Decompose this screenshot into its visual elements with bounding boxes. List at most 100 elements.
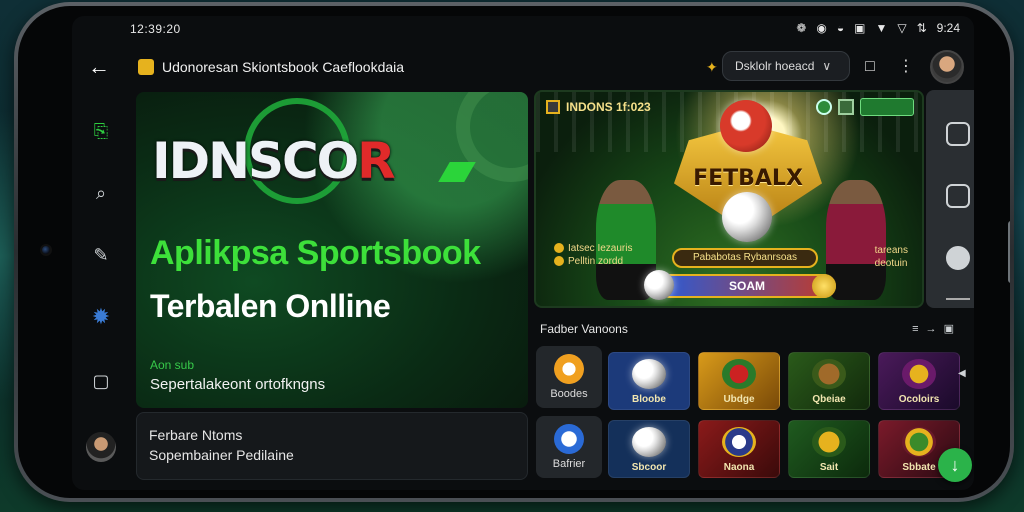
banner-left-line-1: Iatsec Iezauris — [554, 242, 632, 255]
data-icon: ⇅ — [916, 21, 927, 35]
hero-panel: IDNSCOR Aplikpsa Sportsbook Terbalen Onl… — [136, 92, 528, 408]
category-shield-icon — [554, 424, 584, 454]
games-section: Fadber Vanoons ≡ → ▣ Boodes Bafrier Bloo… — [534, 316, 974, 490]
rail-handle — [946, 298, 970, 300]
app-title: Udonoresan Skiontsbook Caeflookdaia — [162, 59, 405, 75]
featured-banner[interactable]: INDONS 1f:023 FETBALX Iatsec Iezauris Pe… — [534, 90, 924, 308]
ball-center-icon — [722, 192, 772, 242]
brand-logo-main: IDNSCO — [152, 132, 359, 190]
side-button — [1008, 221, 1010, 283]
banner-left-text: Iatsec Iezauris Pelltin zordd — [554, 242, 632, 268]
banner-top-label: INDONS 1f:023 — [546, 100, 651, 114]
front-camera — [40, 244, 52, 256]
right-tool-rail — [926, 90, 974, 308]
hero-subtext: Sepertalakeont ortofkngns — [150, 376, 326, 393]
games-heading-icons[interactable]: ≡ → ▣ — [912, 322, 956, 335]
rail-avatar[interactable] — [86, 432, 116, 462]
left-nav-rail: ⎘ ⌕ ✎ ✹ ▢ — [72, 96, 130, 490]
cta-ball-icon — [644, 270, 674, 300]
category-item[interactable]: Boodes — [536, 346, 602, 408]
game-tile[interactable]: Ubdge — [698, 352, 780, 410]
banner-cta-label: SOAM — [729, 279, 765, 293]
hero-headline-2: Terbalen Onlline — [150, 288, 391, 324]
banner-top-text: INDONS 1f:023 — [566, 100, 651, 114]
ball-top-icon — [720, 100, 772, 152]
banner-mid-plate: Pababotas Rybanrsoas — [672, 248, 818, 268]
back-arrow-icon[interactable]: ← — [84, 52, 114, 82]
scroll-left-arrow-icon[interactable]: ◀ — [958, 368, 966, 379]
status-time-right: 9:24 — [936, 21, 960, 35]
user-avatar[interactable] — [930, 50, 964, 84]
shield-status-icon: ◒ — [836, 21, 845, 35]
game-tile-label: Naona — [723, 462, 755, 473]
more-vert-icon[interactable]: ⋮ — [894, 55, 918, 79]
banner-right-line-1: tareans — [874, 245, 908, 256]
cta-knob-icon — [812, 274, 836, 298]
category-item[interactable]: Bafrier — [536, 416, 602, 478]
banner-tag — [860, 98, 914, 116]
game-tile-label: Qbeiae — [812, 394, 846, 405]
game-tile[interactable]: Ocoloirs — [878, 352, 960, 410]
wifi-icon: ▽ — [897, 21, 907, 35]
ball-gold-icon — [902, 427, 936, 457]
game-tile-label: Ocoloirs — [898, 394, 940, 405]
chat-icon[interactable] — [946, 122, 970, 146]
game-tile[interactable]: Qbeiae — [788, 352, 870, 410]
app-bar: ← Udonoresan Skiontsbook Caeflookdaia ✦ … — [72, 46, 974, 90]
category-ball-icon — [554, 354, 584, 384]
puzzle-icon[interactable]: ✹ — [86, 302, 116, 332]
game-tile[interactable]: Bloobe — [608, 352, 690, 410]
download-fab-icon[interactable]: ↓ — [938, 448, 972, 482]
category-label: Bafrier — [552, 458, 586, 470]
brand-logo: IDNSCOR — [152, 132, 396, 190]
category-label: Boodes — [550, 388, 588, 400]
account-dropdown[interactable]: Dsklolr hoeacd ∨ — [722, 51, 850, 81]
pencil-icon[interactable]: ✎ — [86, 240, 116, 270]
brand-logo-red: R — [357, 132, 395, 190]
bookmark-icon[interactable]: □ — [858, 55, 882, 79]
brand-accent — [438, 162, 476, 182]
banner-shield-text: FETBALX — [693, 166, 803, 191]
signal-icon: ▼ — [875, 21, 888, 35]
banner-cta-button[interactable]: SOAM — [644, 270, 836, 300]
soccer-ball-icon — [632, 359, 666, 389]
account-dropdown-label: Dsklolr hoeacd — [735, 59, 815, 73]
banner-square-icon — [838, 99, 854, 115]
search-icon[interactable]: ⌕ — [86, 178, 116, 208]
banner-left-line-2: Pelltin zordd — [554, 255, 632, 268]
app-screen: 12:39:20 ❁ ◉ ◒ ▣ ▼ ▽ ⇅ 9:24 ← Udonoresan… — [72, 16, 974, 490]
badge-icon — [722, 427, 756, 457]
status-icons: ❁ ◉ ◒ ▣ ▼ ▽ ⇅ 9:24 — [796, 21, 960, 35]
game-tile[interactable]: Sait — [788, 420, 870, 478]
app-logo-icon — [138, 59, 154, 75]
cast-icon[interactable]: ⎘ — [86, 116, 116, 146]
banner-right-text: tareans deotuin — [875, 244, 908, 270]
status-time: 12:39:20 — [130, 22, 181, 36]
nfc-icon: ❁ — [796, 21, 807, 35]
promo-line-2: Sopembainer Pedilaine — [149, 447, 294, 463]
phone-bezel: 12:39:20 ❁ ◉ ◒ ▣ ▼ ▽ ⇅ 9:24 ← Udonoresan… — [18, 6, 1010, 498]
phone-frame: 12:39:20 ❁ ◉ ◒ ▣ ▼ ▽ ⇅ 9:24 ← Udonoresan… — [14, 2, 1014, 502]
soccer-ball-icon — [632, 427, 666, 457]
sync-icon: ◉ — [816, 21, 827, 35]
hero-headline-1: Aplikpsa Sportsbook — [150, 234, 481, 272]
game-tile-label: Bloobe — [632, 394, 666, 405]
status-bar: 12:39:20 ❁ ◉ ◒ ▣ ▼ ▽ ⇅ 9:24 — [72, 16, 974, 42]
shield-icon[interactable] — [946, 246, 970, 270]
game-tile-label: Sait — [819, 462, 839, 473]
hero-small-label: Aon sub — [150, 358, 195, 372]
window-icon[interactable]: ▢ — [86, 366, 116, 396]
promo-line-1: Ferbare Ntoms — [149, 427, 243, 443]
games-heading: Fadber Vanoons — [540, 322, 628, 336]
square-icon[interactable] — [946, 184, 970, 208]
game-tile[interactable]: Sbcoor — [608, 420, 690, 478]
notification-icon: ▣ — [854, 21, 866, 35]
banner-clock-icon — [816, 99, 832, 115]
chip-prefix-icon: ✦ — [706, 59, 718, 75]
trophy-icon — [812, 427, 846, 457]
promo-card[interactable]: Ferbare Ntoms Sopembainer Pedilaine — [136, 412, 528, 480]
chevron-down-icon: ∨ — [822, 59, 832, 73]
slot-icon — [722, 359, 756, 389]
game-tile[interactable]: Naona — [698, 420, 780, 478]
bowl-icon — [812, 359, 846, 389]
